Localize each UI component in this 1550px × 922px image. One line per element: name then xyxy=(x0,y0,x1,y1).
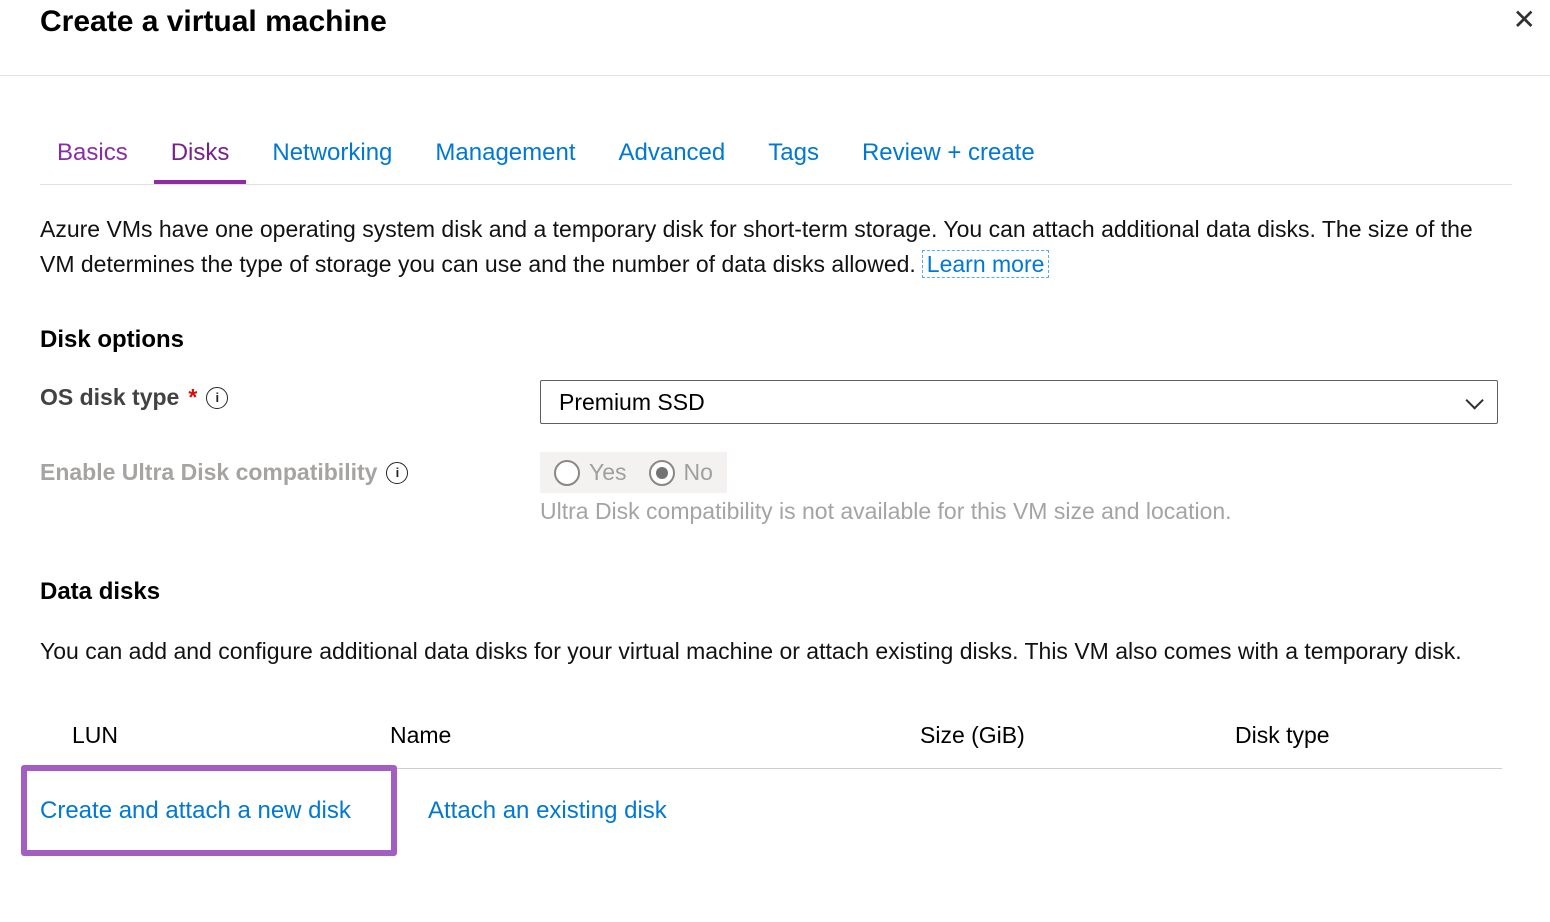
info-icon[interactable]: i xyxy=(386,462,408,484)
os-disk-type-label-text: OS disk type xyxy=(40,384,179,411)
column-header-name: Name xyxy=(390,722,451,749)
attach-existing-disk-link[interactable]: Attach an existing disk xyxy=(428,797,667,825)
radio-circle-yes xyxy=(554,460,580,486)
ultra-disk-helper-text: Ultra Disk compatibility is not availabl… xyxy=(540,496,1360,526)
intro-text: Azure VMs have one operating system disk… xyxy=(40,216,1473,277)
ultra-disk-label: Enable Ultra Disk compatibility i xyxy=(40,459,408,486)
tab-networking[interactable]: Networking xyxy=(255,138,409,184)
tab-disks[interactable]: Disks xyxy=(154,138,247,184)
data-disks-heading: Data disks xyxy=(40,578,160,606)
wizard-tabs: Basics Disks Networking Management Advan… xyxy=(40,138,1061,184)
data-disks-description: You can add and configure additional dat… xyxy=(40,634,1472,669)
intro-paragraph: Azure VMs have one operating system disk… xyxy=(40,212,1500,282)
tab-management[interactable]: Management xyxy=(418,138,592,184)
header-divider xyxy=(0,75,1550,76)
radio-label-yes: Yes xyxy=(589,459,627,486)
column-header-size: Size (GiB) xyxy=(920,722,1025,749)
disk-options-heading: Disk options xyxy=(40,326,184,354)
radio-label-no: No xyxy=(684,459,713,486)
os-disk-type-label: OS disk type * i xyxy=(40,384,228,411)
column-header-disk-type: Disk type xyxy=(1235,722,1330,749)
tab-tags[interactable]: Tags xyxy=(751,138,836,184)
required-asterisk: * xyxy=(188,384,197,411)
ultra-disk-label-text: Enable Ultra Disk compatibility xyxy=(40,459,377,486)
tab-basics[interactable]: Basics xyxy=(40,138,145,184)
radio-option-no[interactable]: No xyxy=(649,459,713,486)
tab-advanced[interactable]: Advanced xyxy=(602,138,743,184)
create-and-attach-new-disk-link[interactable]: Create and attach a new disk xyxy=(40,797,351,825)
page-title: Create a virtual machine xyxy=(40,2,387,42)
radio-option-yes[interactable]: Yes xyxy=(554,459,627,486)
learn-more-link[interactable]: Learn more xyxy=(922,250,1050,278)
radio-circle-no xyxy=(649,460,675,486)
info-icon[interactable]: i xyxy=(206,387,228,409)
os-disk-type-dropdown[interactable]: Premium SSD xyxy=(540,380,1498,424)
close-icon[interactable]: ✕ xyxy=(1513,4,1536,36)
ultra-disk-radio-group: Yes No xyxy=(540,452,727,493)
column-header-lun: LUN xyxy=(72,722,118,749)
tabs-divider xyxy=(40,184,1512,185)
tab-review-create[interactable]: Review + create xyxy=(845,138,1052,184)
table-header-divider xyxy=(40,768,1502,769)
os-disk-type-value: Premium SSD xyxy=(559,389,1466,416)
chevron-down-icon xyxy=(1465,391,1483,409)
